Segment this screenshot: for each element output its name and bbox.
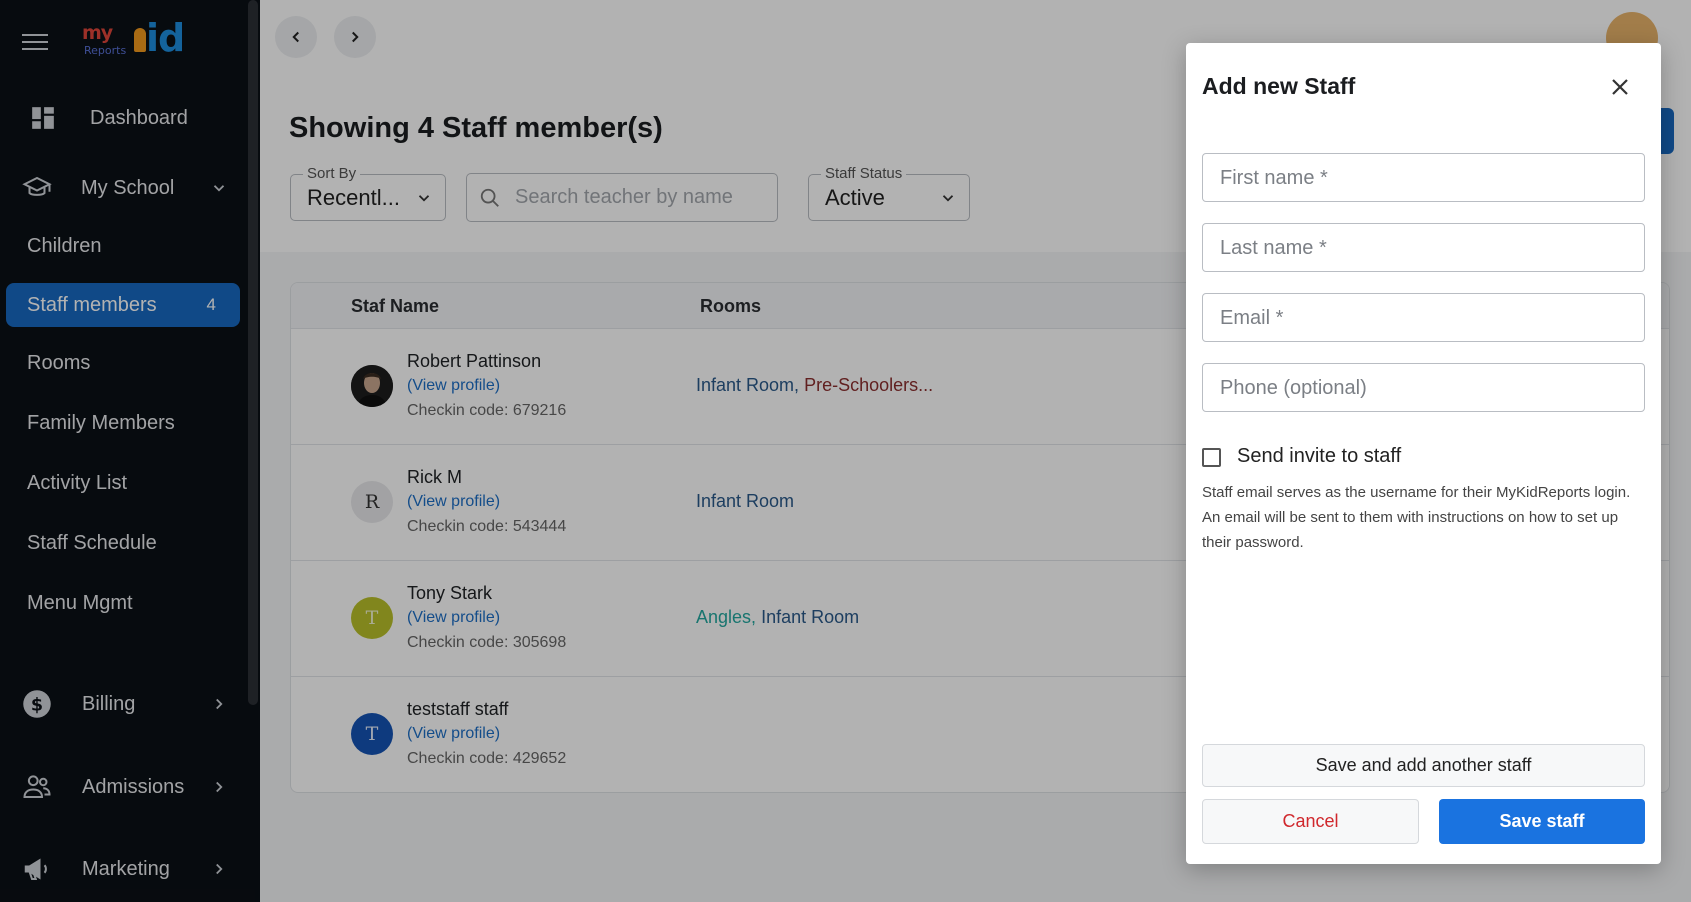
email-placeholder: Email *	[1220, 307, 1284, 329]
save-staff-button[interactable]: Save staff	[1439, 799, 1645, 844]
send-invite-label[interactable]: Send invite to staff	[1237, 445, 1401, 468]
cancel-button[interactable]: Cancel	[1202, 799, 1419, 844]
phone-placeholder: Phone (optional)	[1220, 377, 1367, 399]
send-invite-checkbox[interactable]	[1202, 448, 1221, 467]
first-name-field[interactable]: First name *	[1202, 153, 1645, 202]
last-name-placeholder: Last name *	[1220, 237, 1327, 259]
last-name-field[interactable]: Last name *	[1202, 223, 1645, 272]
phone-field[interactable]: Phone (optional)	[1202, 363, 1645, 412]
close-icon[interactable]	[1608, 75, 1632, 99]
modal-title: Add new Staff	[1202, 73, 1356, 99]
first-name-placeholder: First name *	[1220, 167, 1328, 189]
staff-email-note: Staff email serves as the username for t…	[1202, 484, 1631, 551]
save-and-add-another-button[interactable]: Save and add another staff	[1202, 744, 1645, 787]
email-field[interactable]: Email *	[1202, 293, 1645, 342]
add-staff-modal: Add new Staff First name * Last name * E…	[1186, 43, 1661, 864]
